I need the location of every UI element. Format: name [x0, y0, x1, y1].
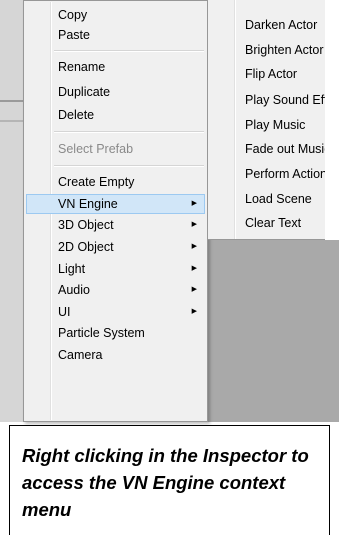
- submenu-arrow-icon: ▶: [191, 200, 197, 207]
- submenu-item-fade-out-music[interactable]: Fade out Music: [245, 139, 325, 159]
- menu-item-label: Paste: [58, 28, 90, 42]
- menu-item-light[interactable]: Light ▶: [26, 259, 205, 279]
- menu-separator: [54, 165, 204, 167]
- menu-item-2d-object[interactable]: 2D Object ▶: [26, 237, 205, 257]
- context-menu: Copy Paste Rename Duplicate Delete Selec…: [23, 0, 208, 422]
- vn-engine-submenu: Darken Actor Brighten Actor Flip Actor P…: [207, 0, 325, 240]
- menu-item-label: Delete: [58, 108, 95, 122]
- editor-background-left: [0, 0, 23, 422]
- submenu-item-darken-actor[interactable]: Darken Actor: [245, 15, 317, 35]
- menu-item-3d-object[interactable]: 3D Object ▶: [26, 215, 205, 235]
- editor-divider: [0, 120, 23, 122]
- menu-item-paste[interactable]: Paste: [26, 25, 205, 45]
- submenu-item-perform-action[interactable]: Perform Action: [245, 164, 325, 184]
- menu-item-ui[interactable]: UI ▶: [26, 302, 205, 322]
- menu-item-delete[interactable]: Delete: [26, 105, 205, 125]
- menu-item-audio[interactable]: Audio ▶: [26, 280, 205, 300]
- submenu-item-brighten-actor[interactable]: Brighten Actor: [245, 40, 324, 60]
- menu-item-label: Camera: [58, 348, 103, 362]
- caption-box: Right clicking in the Inspector to acces…: [9, 425, 330, 535]
- menu-item-select-prefab: Select Prefab: [26, 139, 205, 159]
- menu-item-camera[interactable]: Camera: [26, 345, 205, 365]
- submenu-item-flip-actor[interactable]: Flip Actor: [245, 64, 297, 84]
- menu-item-label: Copy: [58, 8, 88, 22]
- submenu-arrow-icon: ▶: [191, 221, 197, 228]
- submenu-arrow-icon: ▶: [191, 286, 197, 293]
- menu-item-particle-system[interactable]: Particle System: [26, 323, 205, 343]
- menu-item-copy[interactable]: Copy: [26, 5, 205, 25]
- menu-item-label: Duplicate: [58, 85, 111, 99]
- menu-item-label: Audio: [58, 283, 90, 297]
- menu-item-label: 3D Object: [58, 218, 114, 232]
- submenu-arrow-icon: ▶: [191, 243, 197, 250]
- caption-text: Right clicking in the Inspector to acces…: [22, 445, 309, 520]
- editor-background-panel: [207, 240, 339, 422]
- menu-item-label: Rename: [58, 60, 106, 74]
- submenu-item-clear-text[interactable]: Clear Text: [245, 213, 301, 233]
- menu-item-label: 2D Object: [58, 240, 114, 254]
- editor-divider: [0, 100, 23, 102]
- menu-item-vn-engine[interactable]: VN Engine ▶: [26, 194, 205, 214]
- menu-item-rename[interactable]: Rename: [26, 57, 205, 77]
- submenu-item-play-music[interactable]: Play Music: [245, 115, 305, 135]
- submenu-arrow-icon: ▶: [191, 265, 197, 272]
- menu-item-label: UI: [58, 305, 71, 319]
- menu-item-label: Select Prefab: [58, 142, 134, 156]
- menu-separator: [54, 131, 204, 133]
- submenu-item-load-scene[interactable]: Load Scene: [245, 189, 312, 209]
- menu-item-create-empty[interactable]: Create Empty: [26, 172, 205, 192]
- menu-item-label: Particle System: [58, 326, 145, 340]
- menu-item-duplicate[interactable]: Duplicate: [26, 82, 205, 102]
- menu-item-label: Create Empty: [58, 175, 135, 189]
- submenu-arrow-icon: ▶: [191, 308, 197, 315]
- menu-separator: [54, 50, 204, 52]
- menu-item-label: VN Engine: [58, 197, 118, 211]
- submenu-item-play-sound-effect[interactable]: Play Sound Effect: [245, 90, 325, 110]
- menu-item-label: Light: [58, 262, 86, 276]
- submenu-icon-gutter: [234, 0, 236, 239]
